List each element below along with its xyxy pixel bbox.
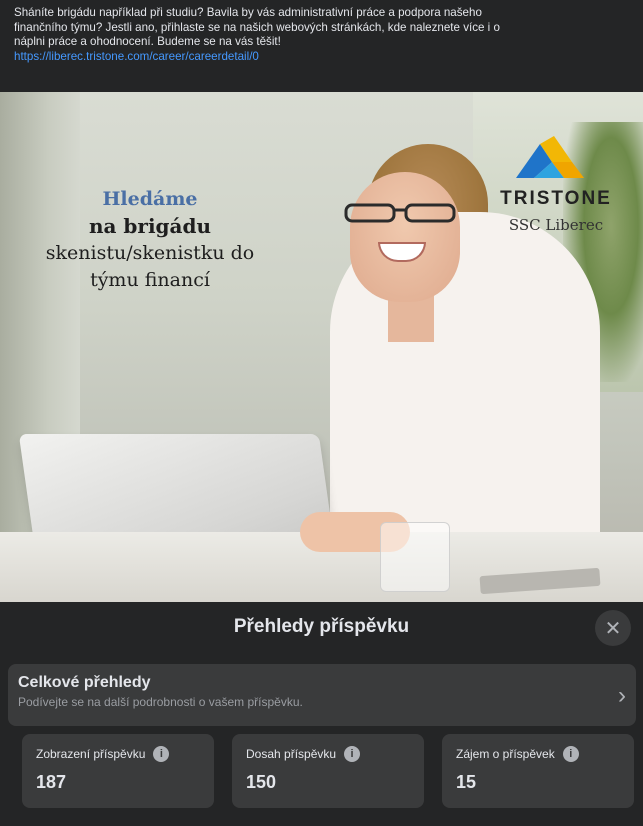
insights-panel: Přehledy příspěvku ✕ Celkové přehledy Po… bbox=[0, 602, 643, 826]
tristone-logo: TRISTONE SSC Liberec bbox=[486, 136, 626, 246]
metric-value: 15 bbox=[456, 772, 477, 792]
ad-line-2: na brigádu bbox=[88, 214, 212, 238]
overall-insights-subtitle: Podívejte se na další podrobnosti o vaše… bbox=[18, 695, 303, 709]
logo-brand: TRISTONE bbox=[500, 188, 612, 209]
tristone-logo-icon bbox=[516, 136, 584, 178]
overall-insights-row[interactable]: Celkové přehledy Podívejte se na další p… bbox=[8, 664, 636, 726]
metric-card-engagement[interactable]: Zájem o příspěvek i 15 bbox=[442, 734, 634, 808]
metric-label: Dosah příspěvku bbox=[246, 747, 337, 761]
close-button[interactable]: ✕ bbox=[595, 610, 631, 646]
chevron-right-icon: › bbox=[618, 682, 626, 709]
insights-title: Přehledy příspěvku bbox=[233, 616, 410, 637]
overall-insights-title: Celkové přehledy bbox=[18, 674, 151, 691]
metric-cards: Zobrazení příspěvku i 187 Dosah příspěvk… bbox=[22, 734, 636, 808]
person-face bbox=[350, 172, 460, 302]
metric-label: Zobrazení příspěvku bbox=[36, 747, 146, 761]
ad-line-4: týmu financí bbox=[90, 269, 210, 291]
ad-line-3: skenistu/skenistku do bbox=[45, 242, 255, 264]
info-icon[interactable]: i bbox=[562, 746, 579, 762]
ad-headline: Hledáme na brigádu skenistu/skenistku do… bbox=[0, 186, 300, 294]
post-link[interactable]: https://liberec.tristone.com/career/care… bbox=[14, 50, 629, 65]
ad-line-1: Hledáme bbox=[102, 188, 198, 210]
metric-label: Zájem o příspěvek bbox=[456, 747, 555, 761]
metric-value: 187 bbox=[36, 772, 67, 792]
post-body: Sháníte brigádu například při studiu? Ba… bbox=[14, 6, 500, 49]
logo-subtitle: SSC Liberec bbox=[508, 216, 604, 234]
post-image[interactable]: Hledáme na brigádu skenistu/skenistku do… bbox=[0, 92, 643, 602]
info-icon[interactable]: i bbox=[344, 746, 361, 762]
glasses-icon bbox=[344, 203, 456, 223]
close-icon: ✕ bbox=[604, 617, 622, 640]
water-glass bbox=[380, 522, 450, 592]
post-text: Sháníte brigádu například při studiu? Ba… bbox=[0, 0, 643, 92]
metric-card-impressions[interactable]: Zobrazení příspěvku i 187 bbox=[22, 734, 214, 808]
info-icon[interactable]: i bbox=[153, 746, 170, 762]
metric-card-reach[interactable]: Dosah příspěvku i 150 bbox=[232, 734, 424, 808]
metric-value: 150 bbox=[246, 772, 277, 792]
